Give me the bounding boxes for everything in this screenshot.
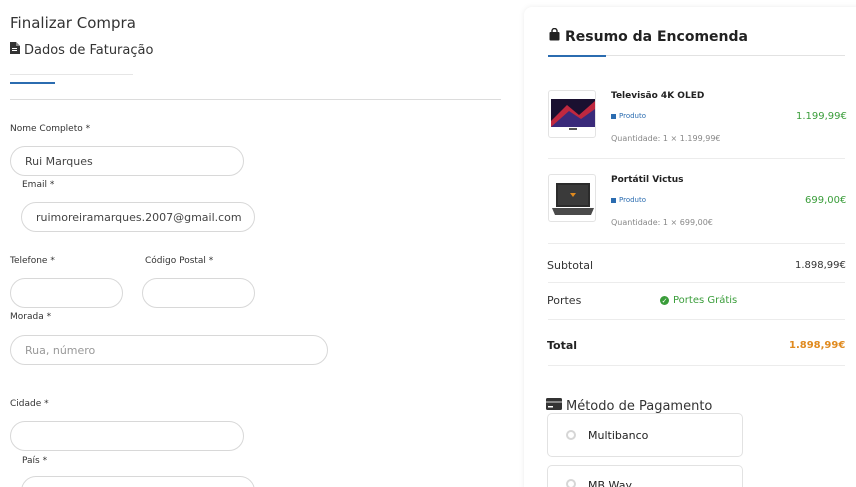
check-circle-icon: ✓: [660, 296, 669, 305]
tab-underline-active: [10, 82, 55, 84]
shipping-label: Portes: [547, 294, 582, 307]
product-tag: Produto: [611, 196, 646, 204]
postal-code-label: Código Postal *: [145, 256, 214, 266]
totals-divider: [548, 365, 845, 366]
item-divider: [548, 158, 845, 159]
page-title: Finalizar Compra: [10, 14, 136, 32]
tv-image-icon: [551, 99, 595, 130]
credit-card-icon: [546, 398, 562, 414]
full-name-label: Nome Completo *: [10, 124, 91, 134]
subtotal-label: Subtotal: [547, 259, 594, 272]
product-price: 1.199,99€: [796, 111, 847, 122]
product-image-laptop: [548, 174, 596, 222]
product-name: Televisão 4K OLED: [611, 91, 705, 101]
phone-label: Telefone *: [10, 256, 55, 266]
phone-input[interactable]: [10, 278, 123, 308]
product-tag-text: Produto: [619, 196, 647, 204]
payment-option-label: MB Way: [588, 479, 632, 487]
payment-method-title: Método de Pagamento: [546, 398, 712, 414]
payment-method-title-text: Método de Pagamento: [566, 398, 713, 414]
subtotal-value: 1.898,99€: [795, 260, 846, 271]
laptop-image-icon: [552, 183, 594, 215]
totals-divider: [548, 282, 845, 283]
payment-option-label: Multibanco: [588, 428, 649, 442]
radio-button[interactable]: [566, 430, 576, 440]
shipping-badge: ✓ Portes Grátis: [660, 295, 737, 306]
postal-code-input[interactable]: [142, 278, 255, 308]
email-input[interactable]: ruimoreiramarques.2007@gmail.com: [21, 202, 255, 232]
order-summary-title-text: Resumo da Encomenda: [565, 28, 748, 45]
tag-square-icon: [611, 197, 616, 203]
product-name: Portátil Victus: [611, 175, 684, 185]
address-label: Morada *: [10, 312, 52, 322]
product-quantity: Quantidade: 1 × 699,00€: [611, 218, 713, 227]
product-quantity: Quantidade: 1 × 1.199,99€: [611, 134, 721, 143]
product-tag-text: Produto: [619, 112, 647, 120]
shopping-bag-icon: [548, 27, 561, 45]
item-divider: [548, 243, 845, 244]
payment-option-mbway[interactable]: MB Way: [547, 465, 743, 487]
product-image-tv: [548, 90, 596, 138]
total-value: 1.898,99€: [789, 340, 846, 351]
form-divider: [10, 99, 501, 100]
product-price: 699,00€: [805, 195, 847, 206]
city-label: Cidade *: [10, 399, 49, 409]
payment-option-multibanco[interactable]: Multibanco: [547, 413, 743, 457]
address-input[interactable]: Rua, número: [10, 335, 328, 365]
tag-square-icon: [611, 113, 616, 119]
full-name-input[interactable]: Rui Marques: [10, 146, 244, 176]
shipping-value: Portes Grátis: [673, 295, 738, 306]
section-title-text: Dados de Faturação: [24, 42, 154, 58]
country-label: País *: [22, 456, 48, 466]
city-input[interactable]: [10, 421, 244, 451]
total-label: Total: [547, 339, 578, 352]
document-icon: [10, 42, 20, 58]
country-select[interactable]: [21, 476, 255, 487]
totals-divider: [548, 319, 845, 320]
summary-underline-active: [548, 55, 606, 57]
radio-button[interactable]: [566, 479, 576, 487]
email-label: Email *: [22, 180, 55, 190]
section-title: Dados de Faturação: [10, 42, 153, 58]
tab-underline: [10, 74, 133, 75]
order-summary-title: Resumo da Encomenda: [548, 27, 748, 45]
product-tag: Produto: [611, 112, 646, 120]
